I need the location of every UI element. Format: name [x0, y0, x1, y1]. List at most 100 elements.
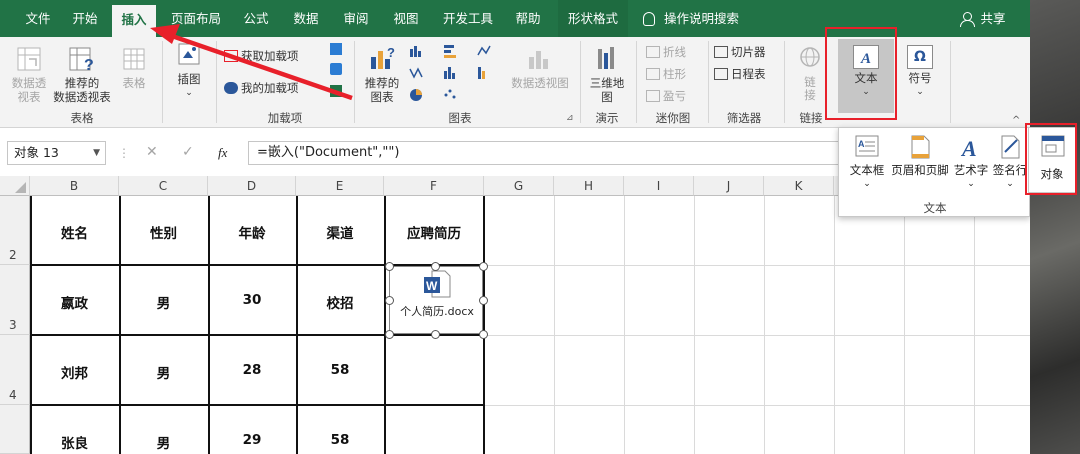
table-cell[interactable]: 男: [119, 362, 208, 382]
table-cell[interactable]: 29: [208, 432, 296, 448]
column-header-e[interactable]: E: [296, 176, 384, 196]
svg-text:W: W: [426, 279, 438, 293]
header-resume[interactable]: 应聘简历: [384, 222, 484, 242]
column-header-g[interactable]: G: [484, 176, 554, 196]
table-cell[interactable]: 58: [296, 432, 384, 448]
resize-handle[interactable]: [385, 262, 394, 271]
wordart-icon: A: [960, 136, 977, 161]
chevron-down-icon[interactable]: ▼: [93, 142, 100, 164]
3d-map-button[interactable]: 三维地 图: [586, 45, 628, 104]
recommended-charts-button[interactable]: ? 推荐的 图表: [360, 45, 404, 104]
formula-input[interactable]: =嵌入("Document",""): [248, 141, 838, 165]
table-cell[interactable]: 校招: [296, 292, 384, 312]
table-button[interactable]: 表格: [114, 45, 154, 90]
tab-file[interactable]: 文件: [18, 0, 58, 37]
header-name[interactable]: 姓名: [30, 222, 119, 242]
cancel-icon[interactable]: ✕: [146, 144, 158, 160]
dialog-launcher-icon[interactable]: ⊿: [566, 113, 574, 123]
collapse-ribbon-icon[interactable]: ^: [1012, 115, 1020, 126]
bing-icon[interactable]: [330, 63, 342, 75]
tab-help[interactable]: 帮助: [508, 0, 548, 37]
link-button[interactable]: 链接: [790, 45, 830, 102]
recommended-pivot-button[interactable]: ? 推荐的 数据透视表: [52, 45, 112, 104]
sparkline-column-icon: [646, 68, 660, 80]
wordart-button[interactable]: A 艺术字 ⌄: [951, 134, 991, 191]
column-header-i[interactable]: I: [624, 176, 694, 196]
resize-handle[interactable]: [431, 330, 440, 339]
tab-developer[interactable]: 开发工具: [436, 0, 500, 37]
header-gender[interactable]: 性别: [119, 222, 208, 242]
resize-handle[interactable]: [385, 330, 394, 339]
highlight-box-object: [1025, 123, 1077, 195]
embedded-object[interactable]: W 个人简历.docx: [389, 266, 483, 334]
column-header-j[interactable]: J: [694, 176, 764, 196]
store-icon: [224, 50, 238, 62]
tab-view[interactable]: 视图: [386, 0, 426, 37]
header-footer-label: 页眉和页脚: [891, 163, 949, 177]
pivot-chart-label: 数据透视图: [511, 76, 569, 90]
column-header-d[interactable]: D: [208, 176, 296, 196]
pivot-table-button[interactable]: 数据透 视表: [8, 45, 50, 104]
column-header-c[interactable]: C: [119, 176, 208, 196]
row-header-4[interactable]: 4: [0, 335, 30, 405]
chart-type-icons[interactable]: [408, 43, 508, 105]
resize-handle[interactable]: [479, 296, 488, 305]
row-header-3[interactable]: 3: [0, 265, 30, 335]
table-cell[interactable]: 男: [119, 432, 208, 452]
spreadsheet-grid: B C D E F G H I J K L M N 2 3 4 姓名 性别: [0, 176, 1030, 454]
header-channel[interactable]: 渠道: [296, 222, 384, 242]
pivot-chart-button[interactable]: 数据透视图: [508, 45, 572, 90]
table-cell[interactable]: 30: [208, 292, 296, 308]
table-cell[interactable]: 刘邦: [30, 362, 119, 382]
group-label-charts: 图表: [448, 111, 472, 125]
visio-icon[interactable]: [330, 43, 342, 55]
my-addins-button[interactable]: 我的加载项: [224, 79, 299, 97]
tab-data[interactable]: 数据: [286, 0, 326, 37]
sparkline-winloss-label: 盈亏: [663, 89, 686, 103]
row-header-2[interactable]: 2: [0, 196, 30, 265]
tab-shape-format[interactable]: 形状格式: [558, 0, 628, 37]
tell-me-search[interactable]: 操作说明搜索: [664, 0, 754, 37]
tab-page-layout[interactable]: 页面布局: [166, 0, 226, 37]
column-header-f[interactable]: F: [384, 176, 484, 196]
illustrations-button[interactable]: 插图 ⌄: [168, 41, 210, 100]
tab-formulas[interactable]: 公式: [236, 0, 276, 37]
link-label: 链接: [804, 75, 816, 102]
tab-home[interactable]: 开始: [62, 0, 108, 37]
column-header-b[interactable]: B: [30, 176, 119, 196]
insert-function-icon[interactable]: fx: [218, 145, 227, 161]
header-footer-button[interactable]: 页眉和页脚: [889, 134, 951, 177]
tab-insert[interactable]: 插入: [112, 5, 156, 37]
textbox-button[interactable]: A 文本框 ⌄: [845, 134, 889, 191]
get-addins-button[interactable]: 获取加载项: [224, 47, 299, 65]
sparkline-column-button[interactable]: 柱形: [646, 65, 686, 83]
slicer-button[interactable]: 切片器: [714, 43, 766, 61]
pivot-table-label-1: 数据透: [11, 76, 47, 90]
table-cell[interactable]: 28: [208, 362, 296, 378]
tab-review[interactable]: 审阅: [336, 0, 376, 37]
row-header-5[interactable]: [0, 405, 30, 454]
name-box-value: 对象 13: [14, 145, 59, 160]
text-dropdown-panel: A 文本框 ⌄ 页眉和页脚 A 艺术字 ⌄ 签名行 ⌄ 文本: [838, 127, 1030, 217]
table-cell[interactable]: 嬴政: [30, 292, 119, 312]
enter-icon[interactable]: ✓: [182, 144, 194, 160]
resize-handle[interactable]: [385, 296, 394, 305]
share-button[interactable]: 共享: [978, 0, 1008, 37]
sparkline-winloss-button[interactable]: 盈亏: [646, 87, 686, 105]
timeline-button[interactable]: 日程表: [714, 65, 766, 83]
table-cell[interactable]: 张良: [30, 432, 119, 452]
sparkline-line-button[interactable]: 折线: [646, 43, 686, 61]
name-box[interactable]: 对象 13 ▼: [7, 141, 106, 165]
table-cell[interactable]: 58: [296, 362, 384, 378]
resize-handle[interactable]: [479, 330, 488, 339]
column-header-k[interactable]: K: [764, 176, 834, 196]
symbols-button[interactable]: Ω 符号 ⌄: [898, 39, 942, 99]
column-header-h[interactable]: H: [554, 176, 624, 196]
header-age[interactable]: 年龄: [208, 222, 296, 242]
people-graph-icon[interactable]: [330, 85, 342, 97]
resize-handle[interactable]: [431, 262, 440, 271]
signature-line-button[interactable]: 签名行 ⌄: [991, 134, 1029, 191]
select-all-corner[interactable]: [0, 176, 30, 196]
table-cell[interactable]: 男: [119, 292, 208, 312]
resize-handle[interactable]: [479, 262, 488, 271]
